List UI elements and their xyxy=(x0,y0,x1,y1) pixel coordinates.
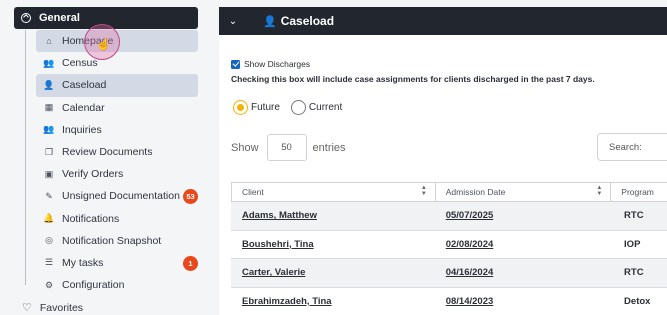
entries-suffix-label: entries xyxy=(312,141,346,154)
chevron-down-icon[interactable]: ⌄ xyxy=(219,16,247,27)
program-cell: IOP xyxy=(624,238,641,250)
home-icon: ⌂ xyxy=(46,36,52,47)
caseload-table: Client ▲ ▼ Admission Date ▲ ▼ Program Adam… xyxy=(231,182,667,315)
table-header: Client ▲ ▼ Admission Date ▲ ▼ Program xyxy=(231,182,667,202)
tasks-count-badge: 1 xyxy=(183,255,198,271)
sort-icon: ▲ ▼ xyxy=(596,185,603,197)
bell-circle-icon: ◎ xyxy=(45,235,53,246)
sidebar-item-label: Caseload xyxy=(62,79,107,92)
pen-icon: ✎ xyxy=(45,190,53,201)
admission-date-link[interactable]: 02/08/2024 xyxy=(436,231,612,259)
heart-icon: ♡ xyxy=(22,302,32,314)
search-input[interactable]: Search: xyxy=(597,133,667,161)
sort-icon: ▲ ▼ xyxy=(420,185,427,197)
radio-future[interactable]: Future xyxy=(233,100,280,115)
sidebar-item-label: Verify Orders xyxy=(62,168,124,181)
caseload-panel: ⌄ 👤 Caseload Show Discharges Checking th… xyxy=(219,7,667,315)
calendar-check-icon: ▣ xyxy=(44,168,54,179)
sidebar-item-notification-snapshot[interactable]: ◎ Notification Snapshot xyxy=(36,230,198,252)
favorites-label: Favorites xyxy=(39,301,84,314)
sidebar-item-label: Review Documents xyxy=(62,146,153,159)
sidebar-item-unsigned-documentation[interactable]: ✎ Unsigned Documentation 53 xyxy=(36,185,198,207)
entries-control: Show 50 entries xyxy=(231,134,346,161)
admission-date-link[interactable]: 08/14/2023 xyxy=(436,288,612,315)
table-row: Ebrahimzadeh, Tina 08/14/2023 Detox xyxy=(231,288,667,315)
sidebar-item-configuration[interactable]: ⚙ Configuration xyxy=(36,274,198,296)
gear-icon: ⚙ xyxy=(44,279,54,290)
sidebar-item-my-tasks[interactable]: ☰ My tasks 1 xyxy=(36,252,198,274)
sidebar-item-notifications[interactable]: 🔔 Notifications xyxy=(36,208,198,230)
sidebar-item-label: Census xyxy=(62,57,98,70)
user-icon: 👤 xyxy=(43,79,55,90)
admission-date-link[interactable]: 04/16/2024 xyxy=(436,259,612,287)
column-header-client[interactable]: Client ▲ ▼ xyxy=(232,183,436,201)
radio-selected-icon[interactable] xyxy=(233,100,248,115)
admission-date-link[interactable]: 05/07/2025 xyxy=(436,202,612,230)
entries-select[interactable]: 50 xyxy=(266,134,307,161)
radio-future-label: Future xyxy=(251,102,280,113)
bell-icon: 🔔 xyxy=(43,213,55,224)
client-link[interactable]: Boushehri, Tina xyxy=(231,231,436,259)
sidebar-item-review-documents[interactable]: ❐ Review Documents xyxy=(36,141,198,163)
column-label: Admission Date xyxy=(445,187,506,197)
sidebar-section-label: General xyxy=(39,12,80,24)
sidebar-item-verify-orders[interactable]: ▣ Verify Orders xyxy=(36,163,198,185)
checkbox-checked-icon[interactable] xyxy=(231,59,240,69)
sidebar-nav: ⌂ Homepage 👥 Census 👤 Caseload ▦ Calenda… xyxy=(36,30,198,296)
client-link[interactable]: Ebrahimzadeh, Tina xyxy=(231,288,436,315)
program-cell: Detox xyxy=(624,295,651,307)
radio-unselected-icon[interactable] xyxy=(290,100,306,115)
column-label: Client xyxy=(242,187,264,197)
sidebar-item-census[interactable]: 👥 Census xyxy=(36,52,198,74)
show-discharges-checkbox[interactable]: Show Discharges xyxy=(231,59,310,69)
page-title: 👤 Caseload xyxy=(263,14,334,28)
tasks-icon: ☰ xyxy=(44,257,54,268)
caseload-time-radio-group: Future Current xyxy=(233,100,353,115)
program-cell: RTC xyxy=(624,267,644,279)
client-link[interactable]: Carter, Valerie xyxy=(231,259,436,287)
sidebar-item-label: Inquiries xyxy=(62,123,102,136)
table-row: Boushehri, Tina 02/08/2024 IOP xyxy=(231,231,667,259)
radio-current[interactable]: Current xyxy=(290,100,343,115)
sidebar-favorites[interactable]: ♡ Favorites xyxy=(22,301,84,315)
column-header-program[interactable]: Program xyxy=(611,183,667,201)
calendar-icon: ▦ xyxy=(44,102,54,113)
unsigned-count-badge: 53 xyxy=(183,189,198,205)
table-row: Adams, Matthew 05/07/2025 RTC xyxy=(231,202,667,231)
users-icon: 👥 xyxy=(43,57,55,68)
discharges-hint: Checking this box will include case assi… xyxy=(231,74,595,84)
column-label: Program xyxy=(621,187,654,197)
entries-show-label: Show xyxy=(231,141,259,154)
sidebar-item-label: Notification Snapshot xyxy=(62,234,162,247)
sidebar-item-label: Unsigned Documentation xyxy=(62,190,180,203)
sidebar-item-label: Configuration xyxy=(62,279,125,292)
tree-line xyxy=(25,30,26,285)
panel-header: ⌄ 👤 Caseload xyxy=(219,7,667,35)
dashboard-icon xyxy=(21,13,31,23)
documents-icon: ❐ xyxy=(44,146,54,157)
page-title-text: Caseload xyxy=(280,14,335,28)
sidebar-item-inquiries[interactable]: 👥 Inquiries xyxy=(36,119,198,141)
sidebar-item-label: Calendar xyxy=(62,101,105,114)
table-row: Carter, Valerie 04/16/2024 RTC xyxy=(231,259,667,288)
sidebar: General ⌂ Homepage 👥 Census 👤 Caseload ▦… xyxy=(0,0,212,315)
hand-cursor-icon: ☝ xyxy=(96,37,111,51)
radio-current-label: Current xyxy=(308,102,343,113)
sidebar-item-label: My tasks xyxy=(62,256,104,269)
people-icon: 👥 xyxy=(43,124,55,135)
sidebar-item-caseload[interactable]: 👤 Caseload xyxy=(36,74,198,97)
user-icon: 👤 xyxy=(263,15,277,28)
program-cell: RTC xyxy=(624,210,644,222)
sidebar-item-calendar[interactable]: ▦ Calendar xyxy=(36,97,198,119)
show-discharges-label: Show Discharges xyxy=(244,59,311,69)
client-link[interactable]: Adams, Matthew xyxy=(231,202,436,230)
column-header-admission-date[interactable]: Admission Date ▲ ▼ xyxy=(436,183,612,201)
sidebar-item-label: Notifications xyxy=(62,212,120,225)
